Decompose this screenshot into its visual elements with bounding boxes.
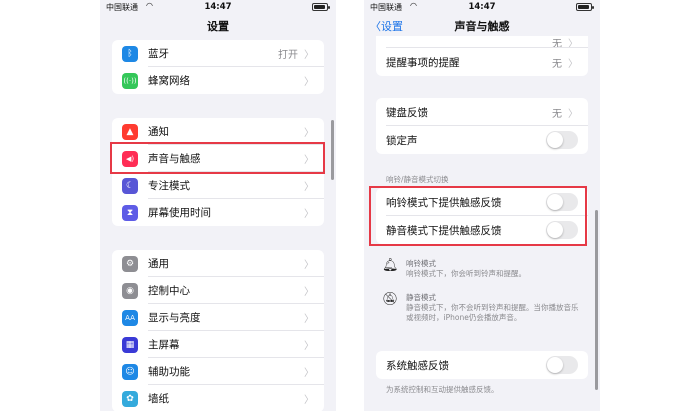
row-label: 蜂窝网络 xyxy=(148,75,190,87)
settings-item-control-center[interactable]: ◉ 控制中心 〉 xyxy=(112,277,324,304)
status-time: 14:47 xyxy=(204,2,232,12)
gear-icon: ⚙ xyxy=(122,255,138,272)
system-haptics-toggle[interactable] xyxy=(546,356,578,374)
home-grid-icon: ▦ xyxy=(122,336,138,353)
settings-group-connectivity: ᛒ 蓝牙 打开 〉 ((·)) 蜂窝网络 〉 xyxy=(112,40,324,94)
settings-item-partial[interactable]: 无 〉 xyxy=(376,36,588,50)
accessibility-icon: ☺ xyxy=(122,363,138,380)
settings-screen: 中国联通 ◠ 14:47 设置 ᛒ 蓝牙 打开 〉 ((·)) 蜂窝网络 〉 ▲… xyxy=(100,0,336,411)
silent-mode-description: 静音模式 静音模式下，你不会听到铃声和提醒。当你播放音乐或视频时，iPhone仍… xyxy=(406,293,580,323)
settings-item-reminder-alerts[interactable]: 提醒事项的提醒 无 〉 xyxy=(376,48,588,76)
row-value: 无 xyxy=(552,108,562,120)
settings-item-system-haptics: 系统触感反馈 xyxy=(376,351,588,379)
chevron-right-icon: 〉 xyxy=(304,368,314,379)
row-label: 控制中心 xyxy=(148,285,190,297)
feedback-group: 键盘反馈 无 〉 锁定声 xyxy=(376,98,588,154)
status-bar: 中国联通 ◠ 14:47 xyxy=(364,0,600,14)
row-label: 屏幕使用时间 xyxy=(148,207,211,219)
row-label: 墙纸 xyxy=(148,393,169,405)
moon-icon: ☾ xyxy=(122,177,138,194)
settings-item-general[interactable]: ⚙ 通用 〉 xyxy=(112,250,324,277)
chevron-right-icon: 〉 xyxy=(304,287,314,298)
page-title: 设置 xyxy=(207,20,229,33)
row-value: 打开 xyxy=(278,50,298,61)
chevron-right-icon: 〉 xyxy=(304,182,314,193)
settings-item-bluetooth[interactable]: ᛒ 蓝牙 打开 〉 xyxy=(112,40,324,67)
status-bar: 中国联通 ◠ 14:47 xyxy=(100,0,336,14)
row-label: 主屏幕 xyxy=(148,339,180,351)
settings-item-keyboard-feedback[interactable]: 键盘反馈 无 〉 xyxy=(376,98,588,126)
bell-icon: 🔔︎ xyxy=(382,258,399,273)
chevron-right-icon: 〉 xyxy=(304,395,314,406)
row-label: 通用 xyxy=(148,258,169,270)
row-label: 键盘反馈 xyxy=(386,106,428,119)
settings-item-screen-time[interactable]: ⧗ 屏幕使用时间 〉 xyxy=(112,199,324,226)
chevron-right-icon: 〉 xyxy=(304,260,314,271)
scrollbar[interactable] xyxy=(331,120,334,180)
row-label: 系统触感反馈 xyxy=(386,359,449,372)
row-label: 显示与亮度 xyxy=(148,312,201,324)
bluetooth-icon: ᛒ xyxy=(122,45,138,62)
battery-icon xyxy=(312,3,330,11)
switches-icon: ◉ xyxy=(122,282,138,299)
settings-item-notifications[interactable]: ▲ 通知 〉 xyxy=(112,118,324,145)
row-value: 无 xyxy=(552,58,562,70)
ring-mode-text: 响铃模式下，你会听到铃声和提醒。 xyxy=(406,269,526,278)
row-label: 锁定声 xyxy=(386,134,418,147)
highlight-box xyxy=(369,186,587,246)
hourglass-icon: ⧗ xyxy=(122,204,138,221)
chevron-right-icon: 〉 xyxy=(304,128,314,139)
status-time: 14:47 xyxy=(468,2,496,12)
antenna-icon: ((·)) xyxy=(122,72,138,89)
silent-mode-title: 静音模式 xyxy=(406,293,436,302)
scrollbar[interactable] xyxy=(595,210,598,390)
chevron-right-icon: 〉 xyxy=(568,108,578,120)
row-label: 蓝牙 xyxy=(148,48,169,60)
bell-icon: ▲ xyxy=(122,123,138,140)
settings-item-cellular[interactable]: ((·)) 蜂窝网络 〉 xyxy=(112,67,324,94)
settings-item-focus[interactable]: ☾ 专注模式 〉 xyxy=(112,172,324,199)
footer-note: 为系统控制和互动提供触感反馈。 xyxy=(386,385,499,394)
chevron-right-icon: 〉 xyxy=(568,58,578,70)
row-label: 提醒事项的提醒 xyxy=(386,56,460,69)
row-label: 通知 xyxy=(148,126,169,138)
settings-item-home-screen[interactable]: ▦ 主屏幕 〉 xyxy=(112,331,324,358)
page-title: 声音与触感 xyxy=(454,20,510,33)
row-label: 辅助功能 xyxy=(148,366,190,378)
section-header: 响铃/静音模式切换 xyxy=(386,175,449,184)
settings-item-wallpaper[interactable]: ✿ 墙纸 〉 xyxy=(112,385,324,411)
flower-icon: ✿ xyxy=(122,390,138,407)
system-haptics-group: 系统触感反馈 xyxy=(376,351,588,379)
ring-mode-description: 响铃模式 响铃模式下，你会听到铃声和提醒。 xyxy=(406,259,580,279)
text-size-icon: AA xyxy=(122,309,138,326)
settings-item-display[interactable]: AA 显示与亮度 〉 xyxy=(112,304,324,331)
chevron-right-icon: 〉 xyxy=(304,341,314,352)
nav-bar: 设置 xyxy=(100,14,336,38)
row-label: 专注模式 xyxy=(148,180,190,192)
chevron-right-icon: 〉 xyxy=(304,209,314,220)
battery-icon xyxy=(576,3,594,11)
chevron-right-icon: 〉 xyxy=(304,50,314,61)
nav-bar: 〈设置 声音与触感 xyxy=(364,14,600,38)
silent-mode-text: 静音模式下，你不会听到铃声和提醒。当你播放音乐或视频时，iPhone仍会播放声音… xyxy=(406,303,579,322)
settings-item-accessibility[interactable]: ☺ 辅助功能 〉 xyxy=(112,358,324,385)
lock-sound-toggle[interactable] xyxy=(546,131,578,149)
settings-item-lock-sound: 锁定声 xyxy=(376,126,588,154)
ring-mode-title: 响铃模式 xyxy=(406,259,436,268)
chevron-right-icon: 〉 xyxy=(304,77,314,88)
chevron-right-icon: 〉 xyxy=(304,314,314,325)
alerts-group: 无 〉 提醒事项的提醒 无 〉 xyxy=(376,36,588,76)
highlight-box xyxy=(110,142,325,174)
bell-slash-icon: 🔕︎ xyxy=(382,292,399,307)
settings-group-general: ⚙ 通用 〉 ◉ 控制中心 〉 AA 显示与亮度 〉 ▦ 主屏幕 〉 ☺ 辅助功… xyxy=(112,250,324,411)
